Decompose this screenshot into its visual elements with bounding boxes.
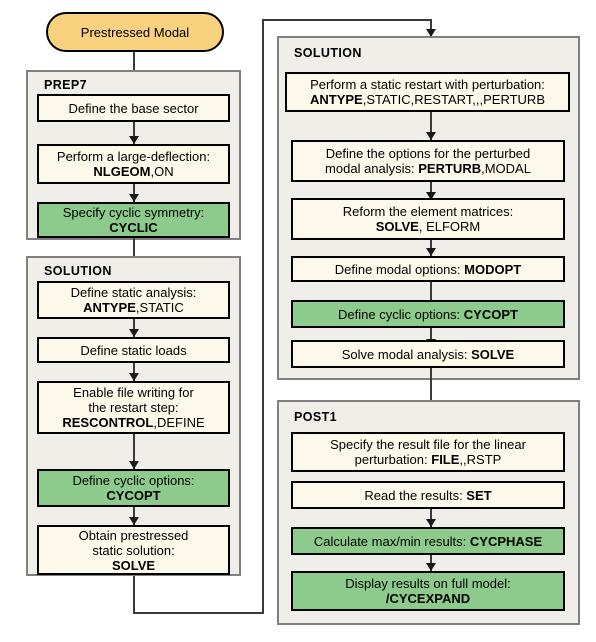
step-label: Calculate max/min results: CYCPHASE xyxy=(313,533,543,549)
connector-right-up xyxy=(262,19,264,614)
connector-bottom-across xyxy=(133,612,264,614)
step-define-cyclic-options-modal: Define cyclic options: CYCOPT xyxy=(291,300,565,328)
step-label: Specify the result file for the linear pe… xyxy=(330,437,526,467)
step-specify-result-file: Specify the result file for the linear pe… xyxy=(291,432,565,472)
connector-top-across xyxy=(262,19,432,21)
terminator-prestressed-modal: Prestressed Modal xyxy=(46,12,224,52)
group-solution-left-title: SOLUTION xyxy=(44,264,112,278)
arrowhead-antype-to-perturb xyxy=(426,132,436,140)
step-label: Solve modal analysis: SOLVE xyxy=(341,346,515,362)
step-label: Define modal options: MODOPT xyxy=(334,261,522,277)
step-display-full-model: Display results on full model:/CYCEXPAND xyxy=(291,571,565,611)
step-reform-element-matrices: Reform the element matrices: SOLVE, ELFOR… xyxy=(291,198,565,240)
step-label: Specify cyclic symmetry: CYCLIC xyxy=(62,205,205,235)
step-define-modal-options: Define modal options: MODOPT xyxy=(291,256,565,282)
group-prep7-title: PREP7 xyxy=(44,78,87,92)
step-enable-file-writing: Enable file writing for the restart step:… xyxy=(37,381,230,434)
arrowhead-elform-to-modopt xyxy=(426,248,436,256)
step-label: Define the options for the perturbed moda… xyxy=(325,146,531,176)
step-solve-modal-analysis: Solve modal analysis: SOLVE xyxy=(291,340,565,368)
arrowhead-rescontrol-to-cycopt xyxy=(129,461,139,469)
step-calculate-max-min: Calculate max/min results: CYCPHASE xyxy=(291,527,565,555)
step-label: Define cyclic options: CYCOPT xyxy=(72,473,195,503)
terminator-label: Prestressed Modal xyxy=(80,24,190,40)
step-label: Perform a static restart with perturbati… xyxy=(309,77,545,107)
step-label: Define the base sector xyxy=(68,100,199,116)
arrowhead-antype-to-loads xyxy=(129,329,139,337)
step-label: Define cyclic options: CYCOPT xyxy=(338,306,518,322)
step-label: Perform a large-deflection: NLGEOM,ON xyxy=(56,149,211,179)
step-static-restart-perturbation: Perform a static restart with perturbati… xyxy=(285,72,570,112)
step-large-deflection: Perform a large-deflection: NLGEOM,ON xyxy=(37,144,230,184)
step-define-base-sector: Define the base sector xyxy=(37,94,230,122)
connector-left-down xyxy=(133,576,135,614)
group-post1-title: POST1 xyxy=(294,410,337,424)
step-read-results: Read the results: SET xyxy=(291,481,565,509)
step-label: Display results on full model:/CYCEXPAND xyxy=(345,576,511,606)
step-label: Define static loads xyxy=(80,342,187,358)
step-obtain-prestressed-solution: Obtain prestressed static solution: SOLVE xyxy=(37,525,230,575)
arrowhead-cycphase-to-cycexpand xyxy=(426,563,436,571)
step-define-cyclic-options-static: Define cyclic options: CYCOPT xyxy=(37,469,230,507)
step-label: Reform the element matrices: SOLVE, ELFOR… xyxy=(342,204,514,234)
arrowhead-loads-to-rescontrol xyxy=(129,373,139,381)
arrowhead-base-sector-to-nlgeom xyxy=(129,136,139,144)
step-label: Obtain prestressed static solution: SOLVE xyxy=(78,527,189,573)
step-define-perturbed-modal-options: Define the options for the perturbed moda… xyxy=(291,140,565,182)
step-label: Define static analysis: ANTYPE,STATIC xyxy=(70,285,197,315)
arrowhead-set-to-cycphase xyxy=(426,519,436,527)
step-specify-cyclic-symmetry: Specify cyclic symmetry: CYCLIC xyxy=(37,202,230,238)
step-label: Enable file writing for the restart step:… xyxy=(62,385,205,430)
flowchart-canvas: Prestressed Modal PREP7 Define the base … xyxy=(0,0,596,642)
step-label: Read the results: SET xyxy=(364,487,492,503)
arrowhead-cycopt-to-solve-static xyxy=(129,517,139,525)
arrowhead-nlgeom-to-cyclic xyxy=(129,194,139,202)
step-define-static-loads: Define static loads xyxy=(37,337,230,363)
group-solution-right-title: SOLUTION xyxy=(294,46,362,60)
step-define-static-analysis: Define static analysis: ANTYPE,STATIC xyxy=(37,281,230,319)
